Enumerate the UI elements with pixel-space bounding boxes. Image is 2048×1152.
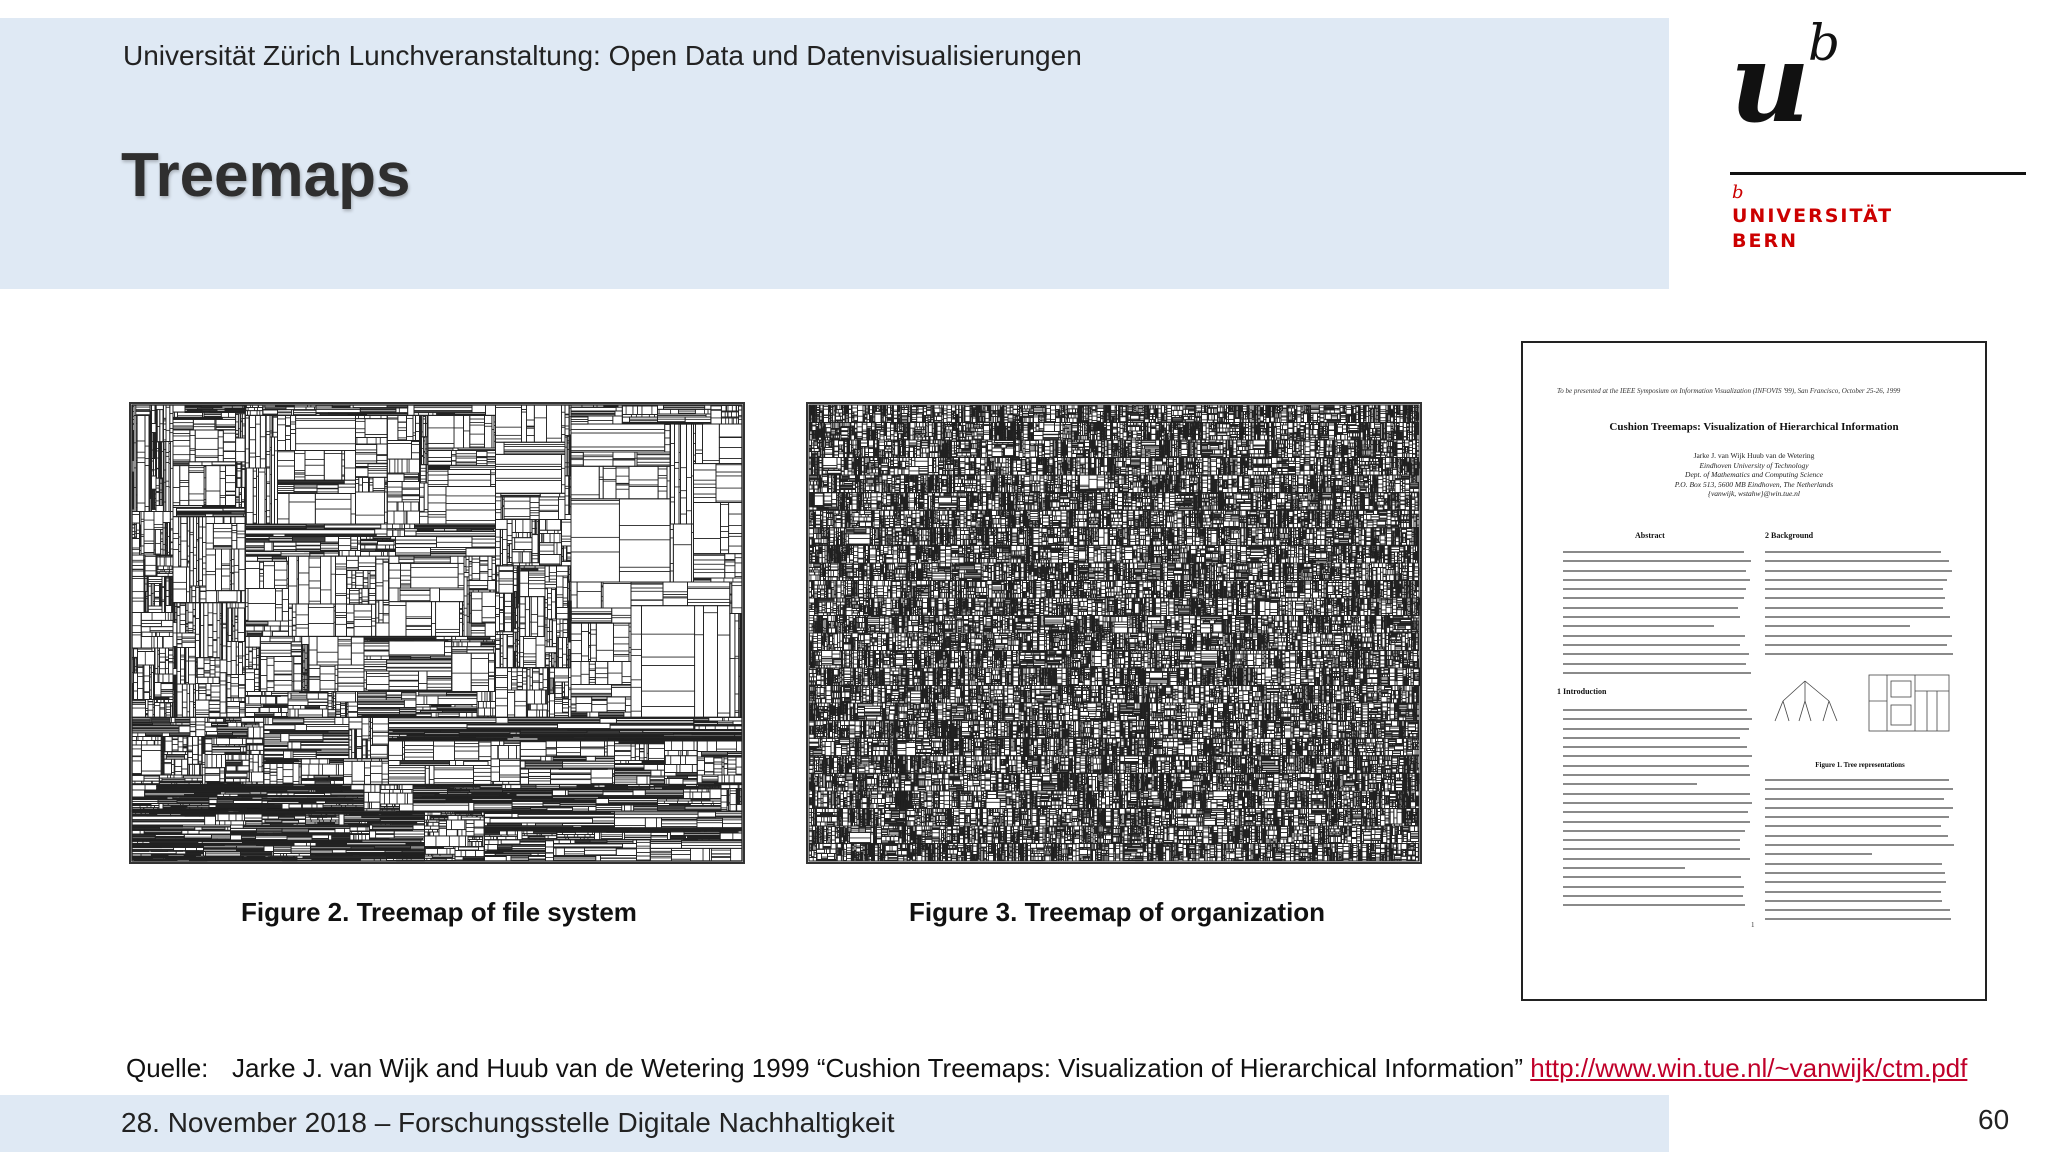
logo-divider — [1730, 172, 2026, 175]
figure2-caption: Figure 2. Treemap of file system — [241, 897, 637, 928]
paper-thumbnail: To be presented at the IEEE Symposium on… — [1521, 341, 1987, 1001]
source-text: Jarke J. van Wijk and Huub van de Weteri… — [232, 1053, 1530, 1083]
logo-small-b: b — [1732, 182, 1744, 203]
slide-title: Treemaps — [121, 140, 411, 211]
paper-department: Dept. of Mathematics and Computing Scien… — [1523, 470, 1985, 480]
logo-wordmark: UNIVERSITÄT BERN — [1732, 204, 1893, 254]
page-number: 60 — [1978, 1104, 2009, 1136]
slide-subtitle: Universität Zürich Lunchveranstaltung: O… — [123, 40, 1082, 72]
paper-background-text — [1765, 551, 1955, 663]
treemap-organization-graphic — [808, 404, 1420, 862]
paper-abstract-heading: Abstract — [1635, 531, 1665, 540]
paper-address: P.O. Box 513, 5600 MB Eindhoven, The Net… — [1523, 480, 1985, 490]
paper-introduction-heading: 1 Introduction — [1557, 687, 1606, 696]
university-logo: u b b UNIVERSITÄT BERN — [1730, 18, 2030, 258]
figure3-caption: Figure 3. Treemap of organization — [909, 897, 1325, 928]
paper-header-note: To be presented at the IEEE Symposium on… — [1557, 387, 1957, 395]
source-link[interactable]: http://www.win.tue.nl/~vanwijk/ctm.pdf — [1530, 1053, 1967, 1083]
paper-authors: Jarke J. van Wijk Huub van de Wetering — [1523, 451, 1985, 461]
paper-authors-block: Jarke J. van Wijk Huub van de Wetering E… — [1523, 451, 1985, 499]
treemap-file-system-graphic — [131, 404, 743, 862]
paper-tree-figure — [1765, 671, 1955, 753]
source-label: Quelle: — [126, 1053, 232, 1084]
source-citation: Quelle: Jarke J. van Wijk and Huub van de… — [126, 1053, 1967, 1084]
paper-page-number: 1 — [1751, 921, 1755, 929]
footer-text: 28. November 2018 – Forschungsstelle Dig… — [121, 1107, 895, 1139]
treemap-file-system-image — [129, 402, 745, 864]
paper-affiliation: Eindhoven University of Technology — [1523, 461, 1985, 471]
logo-mark-b: b — [1808, 18, 1840, 68]
paper-introduction-text — [1563, 709, 1753, 914]
logo-mark-u: u — [1730, 28, 1810, 138]
paper-figure-caption: Figure 1. Tree representations — [1765, 761, 1955, 769]
treemap-organization-image — [806, 402, 1422, 864]
paper-title: Cushion Treemaps: Visualization of Hiera… — [1523, 421, 1985, 433]
paper-continued-text — [1765, 779, 1955, 928]
logo-name-line2: BERN — [1732, 229, 1893, 254]
logo-name-line1: UNIVERSITÄT — [1732, 204, 1893, 229]
paper-email: {vanwijk, wstahw}@win.tue.nl — [1523, 489, 1985, 499]
paper-abstract-text — [1563, 551, 1753, 681]
paper-background-heading: 2 Background — [1765, 531, 1813, 540]
